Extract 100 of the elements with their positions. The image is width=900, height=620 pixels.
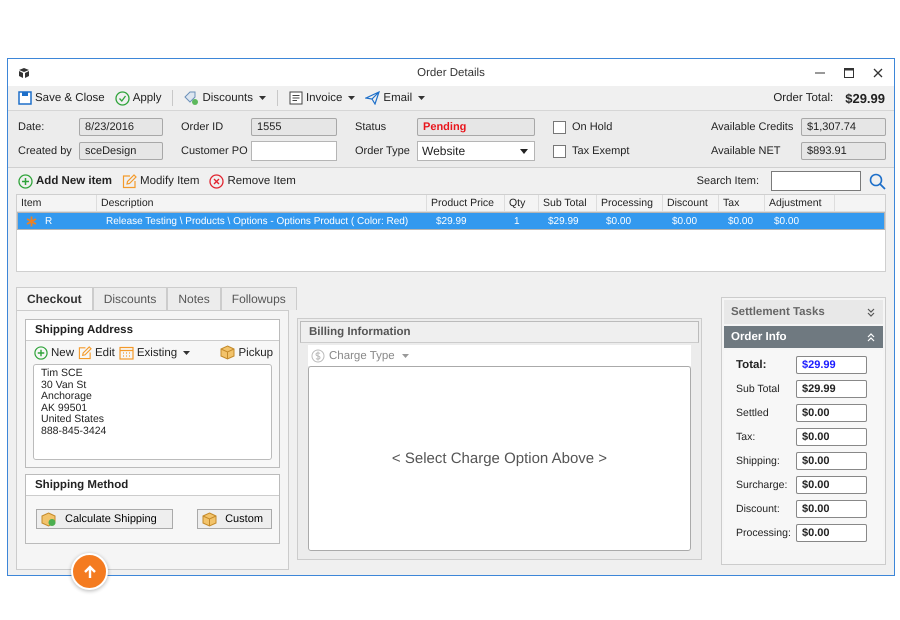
order-type-dropdown[interactable]: Website	[417, 141, 535, 161]
discounts-button[interactable]: Discounts	[181, 90, 269, 106]
tag-icon	[184, 90, 200, 106]
dollar-icon	[311, 348, 325, 362]
status-field: Pending	[417, 118, 535, 136]
column-header[interactable]: Sub Total	[539, 195, 597, 211]
amount-field: $29.99	[796, 356, 867, 374]
section-title: Billing Information	[300, 321, 699, 343]
apply-button[interactable]: Apply	[112, 90, 164, 106]
tax-exempt-label: Tax Exempt	[572, 145, 630, 157]
tab[interactable]: Checkout	[16, 287, 93, 310]
invoice-button[interactable]: Invoice	[286, 90, 358, 106]
column-header[interactable]: Product Price	[427, 195, 505, 211]
caret-icon	[183, 350, 190, 354]
existing-address-button[interactable]: Existing	[116, 344, 192, 360]
amount-label: Sub Total	[736, 383, 781, 395]
maximize-button[interactable]	[843, 66, 855, 78]
box-icon	[202, 512, 218, 526]
available-credits-field: $1,307.74	[801, 118, 886, 136]
caret-icon	[402, 354, 409, 358]
box-icon	[41, 512, 57, 526]
amount-label: Total:	[736, 359, 768, 371]
table-cell: $0.00	[774, 216, 800, 227]
panel-title: Order Info	[731, 331, 787, 343]
calculate-shipping-button[interactable]: Calculate Shipping	[36, 509, 173, 529]
pickup-button[interactable]: Pickup	[218, 344, 275, 361]
plus-circle-icon	[18, 174, 33, 188]
address-line: United States	[41, 414, 106, 426]
edit-address-button[interactable]: Edit	[76, 344, 117, 360]
table-cell: $29.99	[436, 216, 467, 227]
order-id-field: 1555	[251, 118, 337, 136]
amount-label: Tax:	[736, 431, 756, 443]
tax-exempt-checkbox[interactable]	[553, 144, 566, 158]
table-cell: Release Testing \ Products \ Options - Options Product ( Color: Red)	[106, 216, 408, 227]
amount-label: Processing:	[736, 527, 792, 539]
section-title: Shipping Method	[26, 475, 279, 496]
amount-label: Settled	[736, 407, 770, 419]
column-header[interactable]: Adjustment	[765, 195, 835, 211]
order-total-value: $29.99	[845, 90, 885, 106]
tab[interactable]: Discounts	[92, 287, 168, 310]
table-cell: 1	[514, 216, 520, 227]
email-button[interactable]: Email	[362, 90, 428, 106]
amount-field: $0.00	[796, 476, 867, 494]
column-header[interactable]: Qty	[505, 195, 539, 211]
modify-item-button[interactable]: Modify Item	[119, 172, 202, 190]
amount-field: $0.00	[796, 404, 867, 422]
tab[interactable]: Followups	[220, 287, 297, 310]
box-icon	[220, 345, 236, 360]
amount-field: $0.00	[796, 500, 867, 518]
date-field: 8/23/2016	[79, 118, 163, 136]
order-id-label: Order ID	[181, 121, 224, 133]
amount-label: Surcharge:	[736, 479, 788, 491]
tab[interactable]: Notes	[167, 287, 221, 310]
save-close-button[interactable]: Save & Close	[15, 90, 108, 106]
scroll-up-button[interactable]	[71, 553, 108, 590]
amount-label: Shipping:	[736, 455, 781, 467]
search-icon[interactable]	[869, 172, 886, 190]
on-hold-checkbox[interactable]	[553, 120, 566, 134]
table-cell: $0.00	[672, 216, 698, 227]
column-header[interactable]: Processing	[597, 195, 663, 211]
column-header[interactable]: Description	[97, 195, 427, 211]
plus-circle-icon	[34, 346, 48, 360]
date-label: Date:	[18, 121, 46, 133]
created-by-label: Created by	[18, 145, 73, 157]
column-header[interactable]: Discount	[663, 195, 719, 211]
search-field[interactable]	[771, 171, 861, 191]
amount-field: $0.00	[796, 524, 867, 542]
available-net-field: $893.91	[801, 142, 886, 160]
column-header[interactable]: Item	[17, 195, 97, 211]
address-line: Anchorage	[41, 391, 93, 402]
column-header[interactable]: Tax	[719, 195, 765, 211]
arrow-up-icon	[82, 564, 98, 580]
address-line: AK 99501	[41, 402, 88, 414]
x-circle-icon	[209, 174, 224, 188]
on-hold-label: On Hold	[572, 121, 612, 133]
caret-icon	[520, 148, 528, 154]
customer-po-field[interactable]	[251, 141, 337, 161]
table-cell: R	[45, 216, 52, 227]
table-cell: $29.99	[548, 216, 579, 227]
address-line: Tim SCE	[41, 368, 84, 380]
search-item-label: Search Item:	[696, 175, 759, 187]
amount-label: Discount:	[736, 503, 781, 515]
order-info-header[interactable]: Order Info	[724, 326, 883, 348]
add-item-button[interactable]: Add New item	[15, 172, 116, 190]
table-cell: $0.00	[606, 216, 632, 227]
charge-type-dropdown[interactable]: Charge Type	[308, 345, 691, 366]
settlement-tasks-header[interactable]: Settlement Tasks	[724, 300, 883, 324]
section-title: Shipping Address	[26, 320, 279, 341]
customer-po-label: Customer PO	[181, 145, 249, 157]
close-button[interactable]	[872, 66, 884, 78]
remove-item-button[interactable]: Remove Item	[206, 172, 299, 190]
asterisk-icon	[26, 216, 37, 227]
new-address-button[interactable]: New	[32, 344, 76, 360]
available-net-label: Available NET	[711, 145, 782, 157]
address-line: 30 Van St	[41, 380, 88, 391]
document-icon	[288, 91, 303, 105]
custom-shipping-button[interactable]: Custom	[197, 509, 272, 529]
order-type-label: Order Type	[355, 145, 411, 157]
amount-field: $0.00	[796, 452, 867, 470]
calendar-icon	[118, 346, 134, 360]
